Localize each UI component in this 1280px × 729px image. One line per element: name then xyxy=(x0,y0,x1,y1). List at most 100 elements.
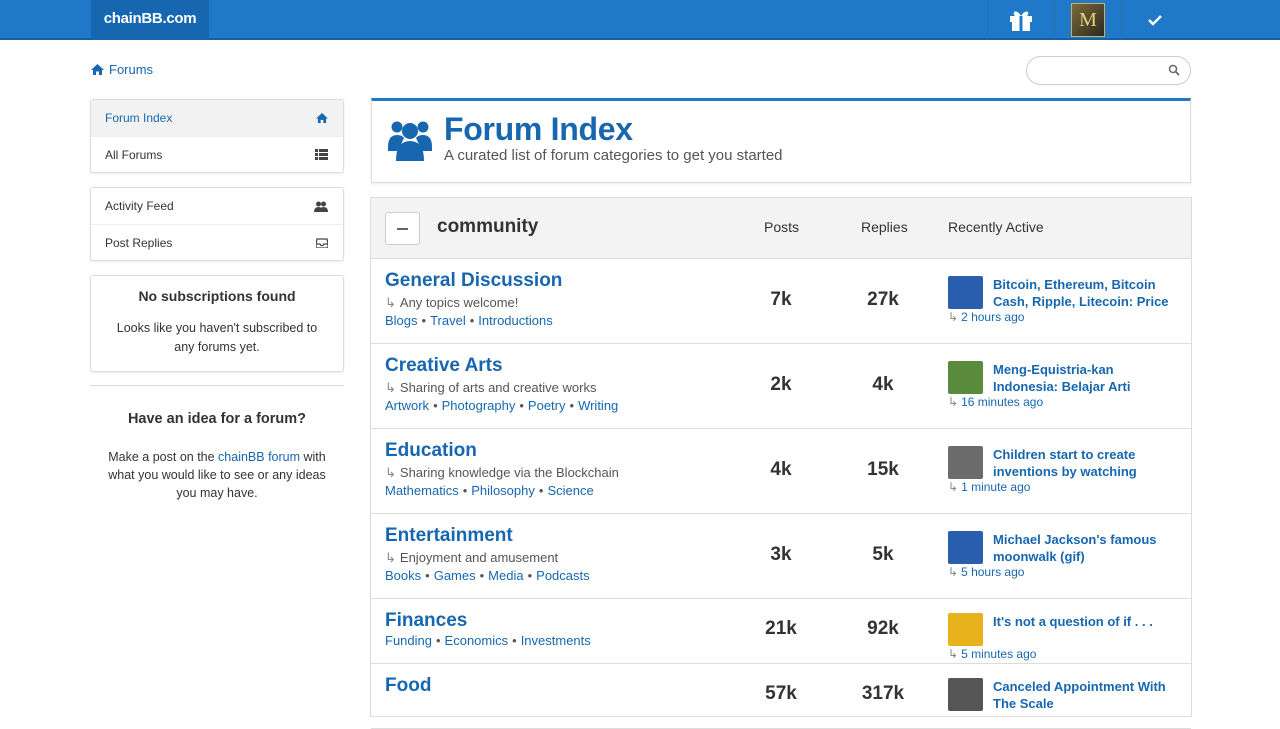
forum-title-link[interactable]: Food xyxy=(385,675,431,697)
minus-icon xyxy=(397,227,408,230)
subdirectory-arrow-icon: ↳ xyxy=(385,295,396,310)
recent-post-thumbnail[interactable] xyxy=(948,361,983,394)
recent-post-title-link[interactable]: Meng-Equistria-kan Indonesia: Belajar Ar… xyxy=(993,361,1173,395)
recent-post-time[interactable]: ↳ 2 hours ago xyxy=(948,310,1024,324)
search-input[interactable] xyxy=(1039,57,1169,84)
posts-count: 3k xyxy=(770,544,792,565)
sidebar-item-post-replies[interactable]: Post Replies xyxy=(91,224,343,260)
forum-description: ↳ Sharing knowledge via the Blockchain xyxy=(385,465,619,480)
subforum-link[interactable]: Science xyxy=(547,483,593,498)
recent-post-title-link[interactable]: Children start to create inventions by w… xyxy=(993,446,1173,480)
subforum-link[interactable]: Introductions xyxy=(478,313,552,328)
recent-post-thumbnail[interactable] xyxy=(948,613,983,646)
recent-post-time[interactable]: ↳ 5 hours ago xyxy=(948,565,1024,579)
forum-row: Creative Arts ↳ Sharing of arts and creati… xyxy=(371,344,1191,429)
separator-dot: • xyxy=(425,568,430,583)
column-header-posts: Posts xyxy=(764,219,800,235)
subforum-link[interactable]: Photography xyxy=(442,398,516,413)
users-icon xyxy=(388,121,432,161)
subforum-link[interactable]: Investments xyxy=(521,633,591,648)
users-icon xyxy=(314,201,328,212)
subforum-link[interactable]: Books xyxy=(385,568,421,583)
replies-count: 5k xyxy=(872,544,894,565)
forum-title-link[interactable]: Entertainment xyxy=(385,525,513,547)
breadcrumb[interactable]: Forums xyxy=(91,62,153,77)
check-button[interactable] xyxy=(1121,0,1188,40)
recent-post-time[interactable]: ↳ 16 minutes ago xyxy=(948,395,1043,409)
replies-count: 15k xyxy=(867,459,899,480)
forum-description: ↳ Any topics welcome! xyxy=(385,295,519,310)
recent-post-thumbnail[interactable] xyxy=(948,678,983,711)
subforum-link[interactable]: Writing xyxy=(578,398,618,413)
recent-post-title-link[interactable]: Bitcoin, Ethereum, Bitcoin Cash, Ripple,… xyxy=(993,276,1173,310)
posts-count: 7k xyxy=(770,289,792,310)
separator-dot: • xyxy=(421,313,427,328)
category-table: community Posts Replies Recently Active … xyxy=(370,197,1192,729)
subforum-list: Books • Games • Media • Podcasts xyxy=(385,568,590,583)
recent-post-thumbnail[interactable] xyxy=(948,276,983,309)
recent-post-title-link[interactable]: Canceled Appointment With The Scale xyxy=(993,678,1173,712)
home-icon xyxy=(316,113,328,123)
replies-count: 317k xyxy=(861,683,905,704)
collapse-button[interactable] xyxy=(385,212,420,245)
no-subscriptions-title: No subscriptions found xyxy=(138,288,296,304)
subforum-link[interactable]: Travel xyxy=(430,313,466,328)
separator-dot: • xyxy=(479,568,485,583)
forum-title-link[interactable]: Creative Arts xyxy=(385,355,503,377)
forum-title-link[interactable]: General Discussion xyxy=(385,270,562,292)
subforum-link[interactable]: Philosophy xyxy=(471,483,535,498)
subforum-link[interactable]: Artwork xyxy=(385,398,429,413)
sidebar-item-forum-index[interactable]: Forum Index xyxy=(91,100,343,136)
subforum-link[interactable]: Blogs xyxy=(385,313,418,328)
sidebar-item-label: Activity Feed xyxy=(105,199,174,213)
subforum-link[interactable]: Podcasts xyxy=(536,568,589,583)
user-avatar-button[interactable]: M xyxy=(1054,0,1121,40)
separator-dot: • xyxy=(569,398,575,413)
recent-post-thumbnail[interactable] xyxy=(948,446,983,479)
subforum-link[interactable]: Economics xyxy=(445,633,509,648)
brand-logo-link[interactable]: chainBB.com xyxy=(91,0,209,40)
recent-post-title-link[interactable]: Michael Jackson's famous moonwalk (gif) xyxy=(993,531,1173,565)
subdirectory-arrow-icon: ↳ xyxy=(385,465,396,480)
subforum-link[interactable]: Games xyxy=(434,568,476,583)
forum-title-link[interactable]: Finances xyxy=(385,610,467,632)
category-header: community Posts Replies Recently Active xyxy=(371,198,1191,259)
recent-post-time[interactable]: ↳ 1 minute ago xyxy=(948,480,1030,494)
forum-description: ↳ Sharing of arts and creative works xyxy=(385,380,597,395)
gift-button[interactable] xyxy=(987,0,1054,40)
subforum-list: Mathematics • Philosophy • Science xyxy=(385,483,594,498)
subforum-link[interactable]: Poetry xyxy=(528,398,566,413)
forum-idea-text: Make a post on the chainBB forum with wh… xyxy=(108,450,326,500)
inbox-icon xyxy=(316,237,328,248)
sidebar-nav: Forum Index All Forums xyxy=(90,99,344,173)
top-navbar: chainBB.com M xyxy=(0,0,1280,40)
forum-idea-box: Have an idea for a forum? Make a post on… xyxy=(90,411,344,502)
subforum-list: Artwork • Photography • Poetry • Writing xyxy=(385,398,618,413)
separator-dot: • xyxy=(433,398,438,413)
replies-count: 4k xyxy=(872,374,894,395)
sidebar-divider xyxy=(90,385,344,386)
subforum-link[interactable]: Funding xyxy=(385,633,432,648)
recent-post-time[interactable]: ↳ 5 minutes ago xyxy=(948,647,1036,661)
forum-description: ↳ Enjoyment and amusement xyxy=(385,550,559,565)
sidebar-item-activity-feed[interactable]: Activity Feed xyxy=(91,188,343,224)
chainbb-forum-link[interactable]: chainBB forum xyxy=(218,450,300,464)
forum-row: Education ↳ Sharing knowledge via the Bloc… xyxy=(371,429,1191,514)
recent-post-thumbnail[interactable] xyxy=(948,531,983,564)
subforum-link[interactable]: Media xyxy=(488,568,523,583)
forum-title-link[interactable]: Education xyxy=(385,440,477,462)
list-icon xyxy=(315,149,328,160)
page-title: Forum Index xyxy=(444,111,633,147)
sidebar-item-label: All Forums xyxy=(105,147,163,162)
breadcrumb-forums[interactable]: Forums xyxy=(109,62,153,77)
separator-dot: • xyxy=(519,398,524,413)
home-icon xyxy=(91,64,104,75)
sidebar-item-all-forums[interactable]: All Forums xyxy=(91,136,343,172)
search-icon[interactable] xyxy=(1168,64,1180,76)
recent-post-title-link[interactable]: It's not a question of if . . . xyxy=(993,613,1173,630)
subdirectory-arrow-icon: ↳ xyxy=(948,647,959,661)
avatar: M xyxy=(1071,3,1105,37)
subforum-link[interactable]: Mathematics xyxy=(385,483,459,498)
forum-row: Food 57k 317k Canceled Appointment With The… xyxy=(371,664,1191,729)
separator-dot: • xyxy=(435,633,441,648)
